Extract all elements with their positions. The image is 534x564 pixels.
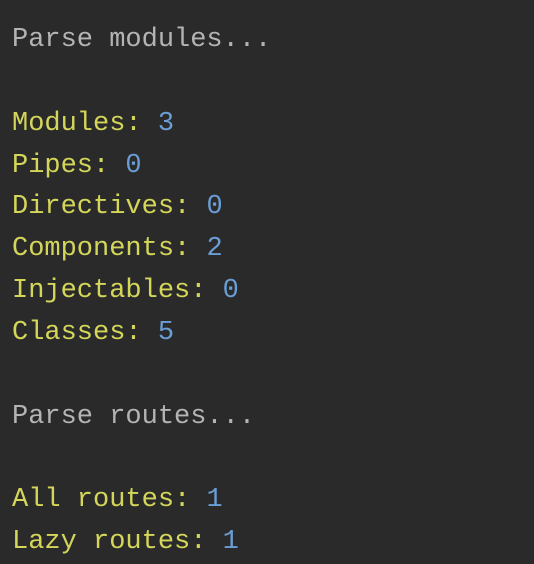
stat-label: Components:: [12, 234, 190, 264]
stat-value: 5: [158, 318, 174, 348]
stat-row-directives: Directives: 0: [12, 187, 522, 229]
stat-row-classes: Classes: 5: [12, 313, 522, 355]
stat-row-all-routes: All routes: 1: [12, 480, 522, 522]
stat-row-components: Components: 2: [12, 229, 522, 271]
stat-row-injectables: Injectables: 0: [12, 271, 522, 313]
stat-label: Modules:: [12, 109, 142, 139]
stat-label: All routes:: [12, 485, 190, 515]
stat-label: Classes:: [12, 318, 142, 348]
stat-value: 3: [158, 109, 174, 139]
blank-line: [12, 62, 522, 104]
stat-value: 2: [206, 234, 222, 264]
parse-modules-header: Parse modules...: [12, 20, 522, 62]
stat-value: 0: [206, 192, 222, 222]
blank-line: [12, 355, 522, 397]
status-text: Parse routes...: [12, 402, 255, 432]
stat-value: 1: [206, 485, 222, 515]
stat-value: 0: [125, 151, 141, 181]
stat-row-lazy-routes: Lazy routes: 1: [12, 522, 522, 564]
stat-label: Injectables:: [12, 276, 206, 306]
stat-value: 0: [223, 276, 239, 306]
stat-row-modules: Modules: 3: [12, 104, 522, 146]
status-text: Parse modules...: [12, 25, 271, 55]
stat-label: Pipes:: [12, 151, 109, 181]
stat-row-pipes: Pipes: 0: [12, 146, 522, 188]
stat-value: 1: [223, 527, 239, 557]
stat-label: Lazy routes:: [12, 527, 206, 557]
stat-label: Directives:: [12, 192, 190, 222]
parse-routes-header: Parse routes...: [12, 397, 522, 439]
blank-line: [12, 438, 522, 480]
